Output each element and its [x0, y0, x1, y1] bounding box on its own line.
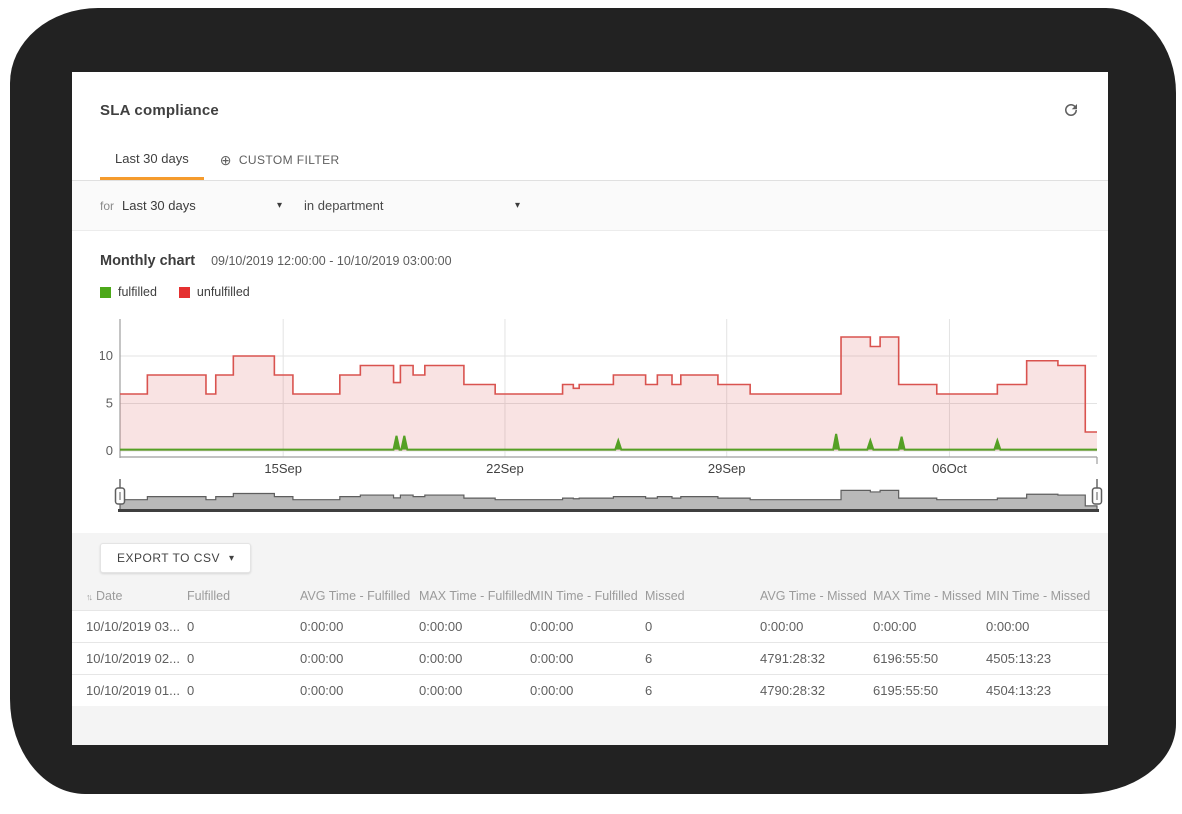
table-cell: 0:00:00	[530, 643, 645, 675]
table-cell: 0	[187, 675, 300, 707]
table-cell: 6	[645, 675, 760, 707]
table-body: 10/10/2019 03...00:00:000:00:000:00:0000…	[72, 611, 1108, 707]
legend-label: unfulfilled	[197, 285, 250, 299]
table-cell: 0	[187, 643, 300, 675]
x-axis-tick-label: 15Sep	[264, 461, 302, 476]
table-cell: 0:00:00	[419, 611, 530, 643]
column-header[interactable]: ↑↓Date	[72, 582, 187, 611]
column-header[interactable]: AVG Time - Fulfilled	[300, 582, 419, 611]
chevron-down-icon: ▾	[515, 200, 520, 211]
department-value: in department	[304, 198, 384, 213]
column-header[interactable]: MIN Time - Fulfilled	[530, 582, 645, 611]
tab-custom-filter[interactable]: ⊕ CUSTOM FILTER	[204, 139, 356, 180]
table-cell: 0:00:00	[419, 643, 530, 675]
column-header[interactable]: MAX Time - Fulfilled	[419, 582, 530, 611]
table-cell: 0:00:00	[760, 611, 873, 643]
column-header[interactable]: MAX Time - Missed	[873, 582, 986, 611]
table-row[interactable]: 10/10/2019 02...00:00:000:00:000:00:0064…	[72, 643, 1108, 675]
department-select[interactable]: in department ▾	[304, 198, 520, 213]
x-axis-tick-label: 06Oct	[932, 461, 967, 476]
refresh-button[interactable]	[1058, 98, 1084, 124]
table-cell: 4790:28:32	[760, 675, 873, 707]
x-axis-tick-label: 22Sep	[486, 461, 524, 476]
sort-icon[interactable]: ↑↓	[86, 592, 91, 602]
legend-item: fulfilled	[100, 285, 157, 299]
y-axis-tick-label: 10	[100, 348, 113, 363]
sla-compliance-card: SLA compliance Last 30 days ⊕ CUSTOM FIL…	[72, 72, 1108, 745]
legend-label: fulfilled	[118, 285, 157, 299]
table-cell: 0:00:00	[986, 611, 1108, 643]
table-cell: 6195:55:50	[873, 675, 986, 707]
table-cell: 0:00:00	[300, 675, 419, 707]
legend-swatch-fulfilled	[100, 287, 111, 298]
table-cell: 0:00:00	[419, 675, 530, 707]
chevron-down-icon: ▾	[277, 200, 282, 211]
for-label: for	[100, 199, 114, 213]
filter-bar: for Last 30 days ▾ in department ▾	[72, 181, 1108, 231]
table-section: EXPORT TO CSV ▾ ↑↓DateFulfilledAVG Time …	[72, 533, 1108, 745]
export-csv-label: EXPORT TO CSV	[117, 551, 220, 565]
date-range-value: Last 30 days	[122, 198, 196, 213]
chart-legend: fulfilled unfulfilled	[100, 285, 1080, 299]
chart-date-range: 09/10/2019 12:00:00 - 10/10/2019 03:00:0…	[211, 254, 452, 268]
y-axis-tick-label: 0	[106, 443, 113, 458]
chart-title: Monthly chart	[100, 253, 195, 269]
tabs-bar: Last 30 days ⊕ CUSTOM FILTER	[72, 136, 1108, 181]
refresh-icon	[1062, 101, 1080, 119]
table-cell: 0	[187, 611, 300, 643]
table-cell: 0	[645, 611, 760, 643]
table-cell: 0:00:00	[873, 611, 986, 643]
export-csv-button[interactable]: EXPORT TO CSV ▾	[100, 543, 251, 573]
tab-label: CUSTOM FILTER	[239, 153, 340, 167]
date-range-select[interactable]: Last 30 days ▾	[122, 198, 282, 213]
card-header: SLA compliance	[72, 72, 1108, 136]
tab-last-30-days[interactable]: Last 30 days	[100, 139, 204, 180]
x-axis-tick-label: 29Sep	[708, 461, 746, 476]
sla-table: ↑↓DateFulfilledAVG Time - FulfilledMAX T…	[72, 582, 1108, 706]
legend-swatch-unfulfilled	[179, 287, 190, 298]
table-cell: 10/10/2019 03...	[72, 611, 187, 643]
column-header[interactable]: Missed	[645, 582, 760, 611]
table-cell: 0:00:00	[530, 611, 645, 643]
table-cell: 4791:28:32	[760, 643, 873, 675]
table-cell: 6196:55:50	[873, 643, 986, 675]
table-cell: 0:00:00	[300, 643, 419, 675]
plus-circle-icon: ⊕	[220, 153, 232, 167]
column-header[interactable]: AVG Time - Missed	[760, 582, 873, 611]
brush-handle-left[interactable]	[116, 479, 125, 504]
chevron-down-icon: ▾	[229, 553, 234, 564]
brush-handle-right[interactable]	[1093, 479, 1102, 504]
table-cell: 4504:13:23	[986, 675, 1108, 707]
chart-range-slider[interactable]	[100, 479, 1100, 513]
brush-mini-chart	[120, 490, 1097, 510]
table-cell: 0:00:00	[530, 675, 645, 707]
table-row[interactable]: 10/10/2019 03...00:00:000:00:000:00:0000…	[72, 611, 1108, 643]
y-axis-tick-label: 5	[106, 396, 113, 411]
chart-header: Monthly chart 09/10/2019 12:00:00 - 10/1…	[100, 253, 1080, 269]
column-header[interactable]: Fulfilled	[187, 582, 300, 611]
page-title: SLA compliance	[100, 102, 1080, 119]
table-cell: 10/10/2019 02...	[72, 643, 187, 675]
legend-item: unfulfilled	[179, 285, 250, 299]
column-header[interactable]: MIN Time - Missed	[986, 582, 1108, 611]
table-cell: 10/10/2019 01...	[72, 675, 187, 707]
tab-label: Last 30 days	[115, 151, 189, 166]
table-header-row: ↑↓DateFulfilledAVG Time - FulfilledMAX T…	[72, 582, 1108, 611]
sla-area-chart: 0 5 10 15Sep 22Sep 29Sep 06Oct	[100, 317, 1100, 477]
table-cell: 4505:13:23	[986, 643, 1108, 675]
table-cell: 6	[645, 643, 760, 675]
table-cell: 0:00:00	[300, 611, 419, 643]
table-row[interactable]: 10/10/2019 01...00:00:000:00:000:00:0064…	[72, 675, 1108, 707]
